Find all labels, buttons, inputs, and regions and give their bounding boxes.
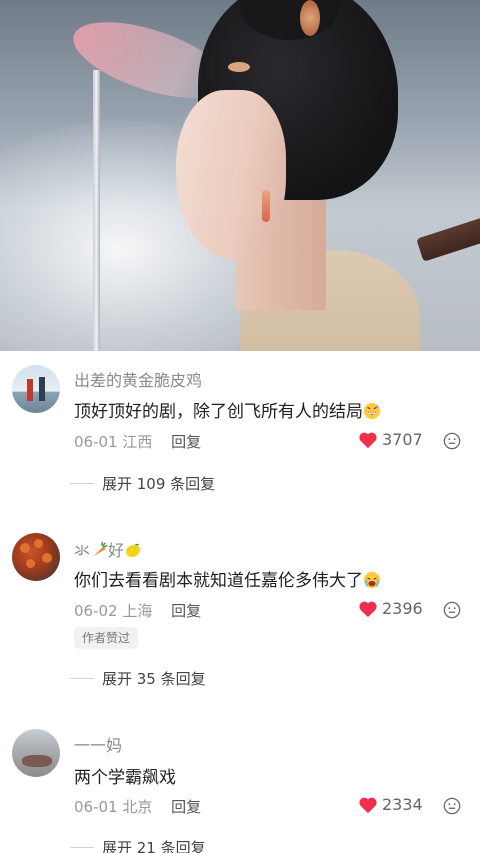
- author-liked-badge: 作者赞过: [74, 627, 139, 649]
- expand-replies-label: 展开 35 条回复: [102, 670, 206, 688]
- like-button[interactable]: 2396: [358, 599, 423, 618]
- like-button[interactable]: 3707: [358, 430, 423, 449]
- avatar[interactable]: [12, 533, 60, 581]
- video-hairpin: [300, 0, 320, 36]
- username-part: 好: [108, 541, 125, 560]
- avatar-figure: [27, 379, 33, 401]
- carrot-icon: [93, 541, 108, 557]
- comment-date: 06-02: [74, 602, 118, 620]
- avatar-landscape: [22, 755, 52, 767]
- divider-line: [70, 847, 94, 848]
- comment-meta: 06-02 上海 回复: [74, 600, 201, 621]
- like-button[interactable]: 2334: [358, 795, 423, 814]
- comment-text-content: 顶好顶好的剧，除了创飞所有人的结局: [74, 402, 363, 422]
- comment-location: 北京: [122, 798, 153, 816]
- comment-text[interactable]: 顶好顶好的剧，除了创飞所有人的结局: [74, 397, 381, 422]
- video-earring: [262, 190, 270, 222]
- comment-item: 氺 好 你们去看看剧本就知道任嘉伦多伟大了 06-02 上海 回复 2396 作…: [0, 521, 480, 717]
- comment-item: 一一妈 两个学霸飙戏 06-01 北京 回复 2334 展开 21 条回复: [0, 717, 480, 853]
- comment-username[interactable]: 氺 好: [74, 537, 142, 561]
- expand-replies-label: 展开 109 条回复: [102, 475, 216, 493]
- comment-date: 06-01: [74, 433, 118, 451]
- heart-icon: [359, 797, 377, 813]
- like-count: 2396: [382, 599, 423, 618]
- comment-location: 江西: [122, 433, 153, 451]
- heart-icon: [359, 601, 377, 617]
- expand-replies-button[interactable]: 展开 35 条回复: [70, 668, 206, 689]
- avatar-figure: [39, 377, 45, 401]
- comment-meta: 06-01 北京 回复: [74, 796, 201, 817]
- like-count: 2334: [382, 795, 423, 814]
- reply-button[interactable]: 回复: [171, 602, 201, 620]
- comment-username[interactable]: 出差的黄金脆皮鸡: [74, 367, 202, 391]
- expand-replies-button[interactable]: 展开 21 条回复: [70, 837, 206, 853]
- avatar-persimmon: [42, 553, 52, 563]
- grinning-sweat-emoji-icon: [363, 402, 381, 420]
- heart-icon: [359, 432, 377, 448]
- like-count: 3707: [382, 430, 423, 449]
- avatar-persimmon: [26, 559, 35, 568]
- comment-meta: 06-01 江西 回复: [74, 431, 201, 452]
- comment-text-content: 你们去看看剧本就知道任嘉伦多伟大了: [74, 571, 363, 591]
- divider-line: [70, 483, 94, 484]
- avatar[interactable]: [12, 365, 60, 413]
- comment-item: 出差的黄金脆皮鸡 顶好顶好的剧，除了创飞所有人的结局 06-01 江西 回复 3…: [0, 351, 480, 521]
- comment-date: 06-01: [74, 798, 118, 816]
- expand-replies-button[interactable]: 展开 109 条回复: [70, 473, 215, 494]
- comment-location: 上海: [122, 602, 153, 620]
- emoji-react-icon[interactable]: [443, 601, 461, 619]
- comment-username[interactable]: 一一妈: [74, 732, 122, 756]
- avatar[interactable]: [12, 729, 60, 777]
- lemon-icon: [126, 543, 141, 558]
- expand-replies-label: 展开 21 条回复: [102, 839, 206, 853]
- divider-line: [70, 678, 94, 679]
- comment-text[interactable]: 你们去看看剧本就知道任嘉伦多伟大了: [74, 566, 381, 591]
- video-pole: [93, 70, 100, 351]
- username-part: 氺: [74, 541, 91, 560]
- comment-text[interactable]: 两个学霸飙戏: [74, 763, 176, 788]
- reply-button[interactable]: 回复: [171, 798, 201, 816]
- video-face: [176, 90, 286, 260]
- avatar-persimmon: [20, 543, 30, 553]
- emoji-react-icon[interactable]: [443, 432, 461, 450]
- reply-button[interactable]: 回复: [171, 433, 201, 451]
- video-hairpin: [228, 62, 250, 72]
- emoji-react-icon[interactable]: [443, 797, 461, 815]
- crying-emoji-icon: [363, 571, 381, 589]
- video-prop: [416, 214, 480, 262]
- video-player[interactable]: [0, 0, 480, 351]
- avatar-persimmon: [34, 539, 43, 548]
